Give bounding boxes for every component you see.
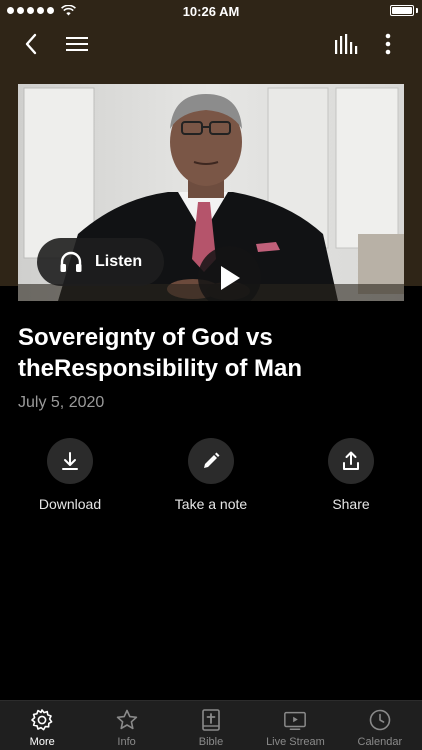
- take-note-circle[interactable]: [188, 438, 234, 484]
- battery-tip: [416, 8, 418, 13]
- clock-icon: [368, 708, 392, 732]
- tv-play-icon: [283, 708, 307, 732]
- equalizer-icon: [335, 34, 358, 54]
- more-vertical-icon: [385, 33, 391, 55]
- action-row: Download Take a note Share: [0, 438, 422, 518]
- audio-settings-button[interactable]: [332, 30, 360, 58]
- status-bar: 10:26 AM: [0, 0, 422, 22]
- hamburger-icon: [66, 37, 88, 51]
- menu-button[interactable]: [63, 30, 91, 58]
- download-label: Download: [38, 496, 102, 512]
- tab-info-label: Info: [117, 736, 136, 748]
- battery-level: [392, 7, 412, 14]
- tab-calendar-label: Calendar: [357, 736, 403, 748]
- star-icon: [115, 708, 139, 732]
- tab-bar: More Info Bible Live Stream Calendar: [0, 700, 422, 750]
- share-label: Share: [332, 496, 370, 512]
- tab-bible[interactable]: Bible: [169, 701, 253, 750]
- tab-live-stream[interactable]: Live Stream: [253, 701, 337, 750]
- play-icon: [220, 265, 240, 290]
- listen-button[interactable]: Listen: [37, 238, 165, 286]
- listen-label: Listen: [95, 253, 143, 270]
- share-icon: [343, 451, 359, 470]
- back-button[interactable]: [17, 30, 45, 58]
- download-circle[interactable]: [47, 438, 93, 484]
- tab-live-stream-label: Live Stream: [266, 736, 325, 748]
- chevron-left-icon: [25, 33, 37, 55]
- headphones-icon: [60, 251, 82, 272]
- take-note-label: Take a note: [174, 496, 248, 512]
- tab-calendar[interactable]: Calendar: [338, 701, 422, 750]
- sermon-title: Sovereignty of God vs theResponsibility …: [18, 324, 303, 382]
- battery-icon: [390, 5, 414, 16]
- more-options-button[interactable]: [374, 30, 402, 58]
- share-circle[interactable]: [328, 438, 374, 484]
- navigation-bar: [0, 22, 422, 66]
- play-button[interactable]: [198, 246, 261, 301]
- pencil-icon: [204, 452, 220, 468]
- sermon-detail-screen: 10:26 AM Listen Sovereignty of God vs th…: [0, 0, 422, 750]
- tab-more-label: More: [29, 736, 55, 748]
- tab-more[interactable]: More: [0, 701, 84, 750]
- bible-icon: [199, 708, 223, 732]
- gear-icon: [30, 708, 54, 732]
- sermon-date: July 5, 2020: [18, 394, 105, 411]
- tab-bible-label: Bible: [198, 736, 224, 748]
- tab-info[interactable]: Info: [84, 701, 168, 750]
- share-button[interactable]: Share: [291, 438, 411, 512]
- take-note-button[interactable]: Take a note: [151, 438, 271, 512]
- download-icon: [62, 452, 78, 470]
- download-button[interactable]: Download: [10, 438, 130, 512]
- status-time: 10:26 AM: [182, 4, 240, 19]
